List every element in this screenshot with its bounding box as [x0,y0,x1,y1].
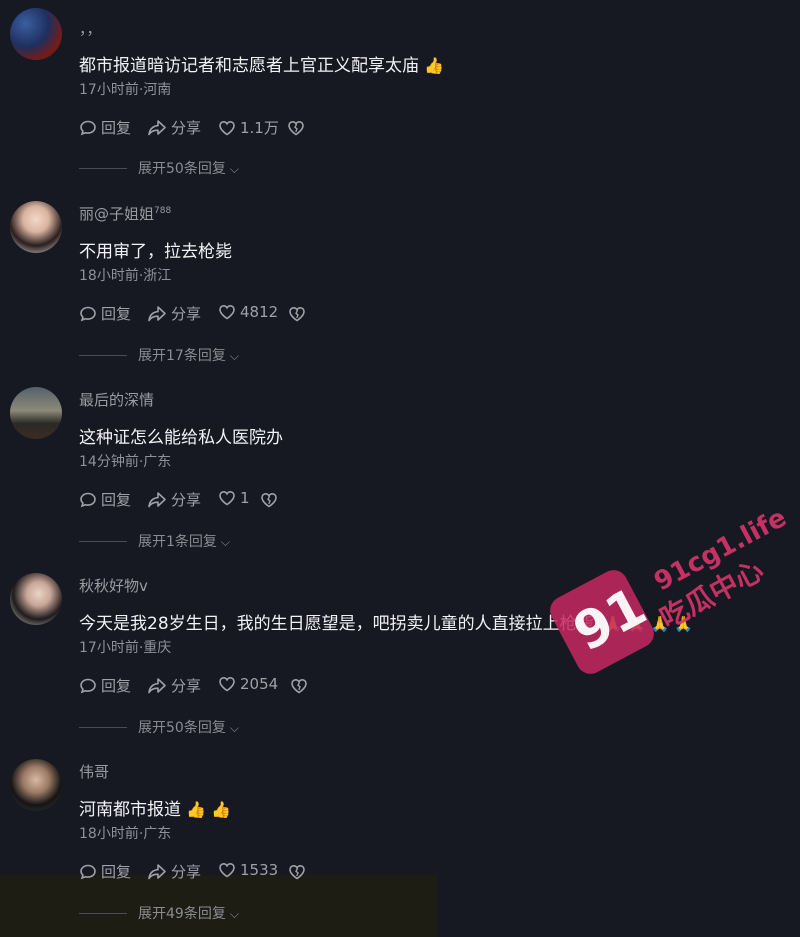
watermark-site: 91cg1.life [649,502,792,598]
broken-heart-icon [261,492,277,508]
reply-icon [80,678,96,693]
heart-icon [219,120,235,135]
avatar[interactable] [10,8,62,60]
share-icon [148,305,166,321]
user-badge: 788 [154,206,172,216]
like-button[interactable]: 1 [218,489,250,507]
like-button[interactable]: 4812 [218,303,278,321]
divider [79,168,127,169]
comment-author[interactable]: 伟哥 [79,761,109,782]
chevron-down-icon: ⌵ [229,162,239,176]
reply-button[interactable]: 回复 [79,675,131,696]
share-icon [148,119,166,135]
divider [79,727,127,728]
dislike-button[interactable] [288,305,306,327]
avatar[interactable] [10,759,62,811]
like-count: 4812 [240,303,279,321]
comment-text: 河南都市报道 👍 👍 [79,800,232,820]
broken-heart-icon [291,678,307,694]
comment-text: 这种证怎么能给私人医院办 [79,428,283,448]
watermark: 91 91cg1.life 吃瓜中心 [545,495,792,685]
heart-icon [219,490,235,506]
comment-meta: 14分钟前·广东 [79,454,172,470]
share-label: 分享 [171,491,202,509]
share-button[interactable]: 分享 [147,675,201,696]
expand-replies-button[interactable]: 展开17条回复 ⌵ [138,345,239,365]
reply-button[interactable]: 回复 [79,117,131,138]
heart-icon [219,304,235,320]
comment-author[interactable]: 最后的深情 [79,389,154,410]
expand-replies-button[interactable]: 展开49条回复 ⌵ [138,903,239,923]
broken-heart-icon [289,306,305,322]
thumbs-up-emoji: 👍 [424,56,445,75]
comment-meta: 17小时前·重庆 [79,640,172,656]
broken-heart-icon [288,120,304,136]
share-icon [148,863,166,879]
like-count: 1 [240,489,250,507]
share-button[interactable]: 分享 [147,303,201,324]
reply-label: 回复 [101,305,132,323]
chevron-down-icon: ⌵ [229,721,239,735]
divider [79,913,127,914]
reply-button[interactable]: 回复 [79,303,131,324]
share-button[interactable]: 分享 [147,117,201,138]
comment-text: 今天是我28岁生日，我的生日愿望是，吧拐卖儿童的人直接拉上枪毙 🙏 🙏 🙏 🙏 [79,614,693,634]
avatar[interactable] [10,573,62,625]
share-icon [148,491,166,507]
comment-meta: 17小时前·河南 [79,82,172,98]
like-button[interactable]: 1533 [218,861,278,879]
reply-label: 回复 [101,677,132,695]
reply-label: 回复 [101,491,132,509]
share-icon [148,677,166,693]
comment-text: 不用审了，拉去枪毙 [79,242,232,262]
reply-button[interactable]: 回复 [79,489,131,510]
expand-replies-button[interactable]: 展开1条回复 ⌵ [138,531,230,551]
dislike-button[interactable] [288,863,306,885]
share-button[interactable]: 分享 [147,861,201,882]
reply-icon [80,306,96,321]
like-button[interactable]: 1.1万 [218,117,279,138]
comment-text: 都市报道暗访记者和志愿者上官正义配享太庙 👍 [79,56,445,76]
like-count: 1533 [240,861,279,879]
chevron-down-icon: ⌵ [229,907,239,921]
share-label: 分享 [171,305,202,323]
dislike-button[interactable] [290,677,308,699]
like-count: 1.1万 [240,119,279,137]
share-label: 分享 [171,863,202,881]
reply-icon [80,120,96,135]
broken-heart-icon [289,864,305,880]
avatar[interactable] [10,201,62,253]
like-button[interactable]: 2054 [218,675,278,693]
divider [79,541,127,542]
comment-meta: 18小时前·浙江 [79,268,172,284]
reply-icon [80,492,96,507]
chevron-down-icon: ⌵ [220,535,231,549]
chevron-down-icon: ⌵ [229,349,239,363]
divider [79,355,127,356]
reply-label: 回复 [101,863,132,881]
comment-author[interactable]: ，， [79,18,102,39]
comment-author[interactable]: 秋秋好物v [79,575,148,596]
comment-author[interactable]: 丽@子姐姐788 [79,203,171,224]
share-label: 分享 [171,677,202,695]
reply-label: 回复 [101,119,132,137]
heart-icon [219,862,235,878]
pray-emoji: 🙏 🙏 🙏 🙏 [603,615,693,633]
expand-replies-button[interactable]: 展开50条回复 ⌵ [138,158,239,178]
comment-meta: 18小时前·广东 [79,826,172,842]
like-count: 2054 [240,675,279,693]
avatar[interactable] [10,387,62,439]
dislike-button[interactable] [287,119,305,141]
share-button[interactable]: 分享 [147,489,201,510]
reply-icon [80,864,96,879]
heart-icon [219,676,235,692]
dislike-button[interactable] [260,491,278,513]
thumbs-up-emoji: 👍 👍 [186,800,232,819]
share-label: 分享 [171,119,202,137]
expand-replies-button[interactable]: 展开50条回复 ⌵ [138,717,239,737]
reply-button[interactable]: 回复 [79,861,131,882]
